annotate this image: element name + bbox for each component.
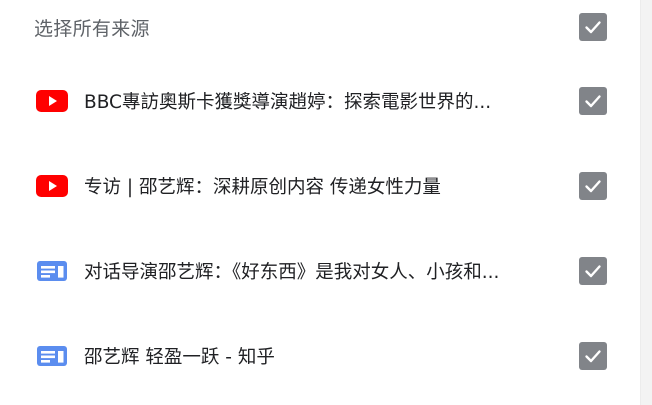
article-icon xyxy=(36,260,68,282)
source-checkbox[interactable] xyxy=(579,87,607,115)
source-checkbox[interactable] xyxy=(579,257,607,285)
article-icon xyxy=(36,345,68,367)
source-title: 邵艺辉 轻盈一跃 - 知乎 xyxy=(84,347,275,368)
youtube-icon xyxy=(36,90,68,112)
source-checkbox[interactable] xyxy=(579,342,607,370)
checkmark-icon xyxy=(585,95,601,108)
checkmark-icon xyxy=(585,21,601,34)
source-row[interactable]: 邵艺辉 轻盈一跃 - 知乎 xyxy=(0,336,640,376)
checkmark-icon xyxy=(585,180,601,193)
source-row[interactable]: BBC專訪奧斯卡獲獎導演趙婷：探索電影世界的... xyxy=(0,81,640,121)
checkmark-icon xyxy=(585,265,601,278)
youtube-icon xyxy=(36,175,68,197)
source-checkbox[interactable] xyxy=(579,172,607,200)
source-title: 专访 | 邵艺辉：深耕原创内容 传递女性力量 xyxy=(84,177,441,198)
checkmark-icon xyxy=(585,350,601,363)
select-all-checkbox[interactable] xyxy=(579,13,607,41)
select-all-row[interactable]: 选择所有来源 xyxy=(0,7,640,47)
scrollbar-track[interactable] xyxy=(640,0,652,405)
source-title: 对话导演邵艺辉：《好东西》是我对女人、小孩和... xyxy=(84,262,500,283)
source-title: BBC專訪奧斯卡獲獎導演趙婷：探索電影世界的... xyxy=(84,92,492,113)
source-row[interactable]: 对话导演邵艺辉：《好东西》是我对女人、小孩和... xyxy=(0,251,640,291)
source-row[interactable]: 专访 | 邵艺辉：深耕原创内容 传递女性力量 xyxy=(0,166,640,206)
source-selection-panel: 选择所有来源 BBC專訪奧斯卡獲獎導演趙婷：探索電影世界的... 专访 | 邵艺… xyxy=(0,0,640,405)
select-all-label: 选择所有来源 xyxy=(34,17,150,40)
